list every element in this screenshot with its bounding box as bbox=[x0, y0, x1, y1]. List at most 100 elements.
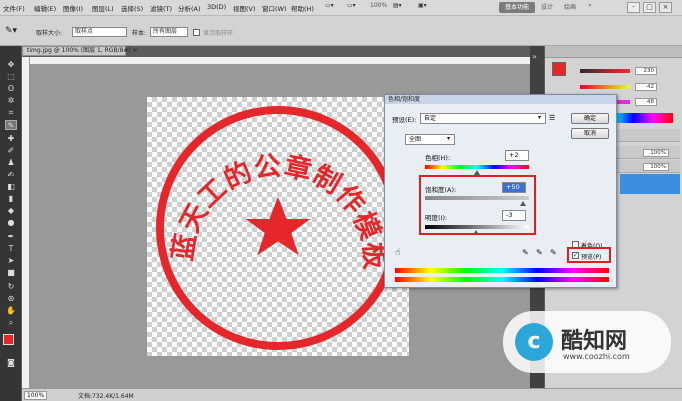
gradient-tool-icon[interactable]: ▮ bbox=[5, 194, 17, 204]
type-tool-icon[interactable]: T bbox=[5, 244, 17, 254]
photoshop-window: 文件(F) 编辑(E) 图像(I) 图层(L) 选择(S) 滤镜(T) 分析(A… bbox=[0, 0, 682, 401]
eraser-tool-icon[interactable]: ◧ bbox=[5, 182, 17, 192]
maximize-button[interactable]: □ bbox=[643, 2, 656, 13]
shape-tool-icon[interactable]: ■ bbox=[5, 268, 17, 278]
3d-orbit-icon[interactable]: ⊛ bbox=[5, 294, 17, 304]
panel-collapse-icon[interactable]: » bbox=[532, 52, 542, 62]
menu-analysis[interactable]: 分析(A) bbox=[178, 3, 201, 13]
sample-label: 样本: bbox=[132, 30, 147, 37]
stamp-graphic: 蓝天工的公章制作模板 bbox=[156, 106, 400, 350]
more-workspaces-icon[interactable]: » bbox=[588, 2, 592, 9]
horizontal-ruler bbox=[22, 57, 530, 65]
menu-file[interactable]: 文件(F) bbox=[3, 3, 25, 13]
close-button[interactable]: × bbox=[659, 2, 672, 13]
menu-select[interactable]: 选择(S) bbox=[121, 3, 143, 13]
menu-view[interactable]: 视图(V) bbox=[233, 3, 256, 13]
workspace-essentials[interactable]: 基本功能 bbox=[499, 2, 535, 13]
targeted-adjust-icon[interactable]: ☝ bbox=[395, 248, 400, 258]
document-tab-title: timg.jpg @ 100% (图层 1, RGB/8#) bbox=[27, 47, 131, 54]
sample-size-label: 取样大小: bbox=[36, 30, 63, 37]
status-doc-size: 文档:732.4K/1.64M bbox=[78, 393, 134, 400]
eyedropper-tool-icon[interactable]: ✎ bbox=[5, 120, 17, 130]
watermark: c 酷知网 www.coozhi.com bbox=[503, 311, 671, 373]
hue-label: 色相(H): bbox=[425, 154, 451, 162]
foreground-color-swatch[interactable] bbox=[3, 334, 14, 345]
stamp-image[interactable]: 蓝天工的公章制作模板 bbox=[147, 97, 409, 356]
cancel-button[interactable]: 取消 bbox=[571, 128, 609, 139]
history-brush-icon[interactable]: ✍ bbox=[5, 170, 17, 180]
arrange-icon[interactable]: ▤▾ bbox=[393, 2, 402, 9]
stamp-star bbox=[245, 197, 311, 255]
hand-tool-icon[interactable]: ✋ bbox=[5, 306, 17, 316]
preset-select[interactable]: 自定 bbox=[420, 113, 546, 124]
path-select-icon[interactable]: ➤ bbox=[5, 256, 17, 266]
quick-mask-icon[interactable]: ◙ bbox=[5, 358, 17, 368]
watermark-url: www.coozhi.com bbox=[563, 352, 630, 361]
menu-bar: 文件(F) 编辑(E) 图像(I) 图层(L) 选择(S) 滤镜(T) 分析(A… bbox=[0, 0, 682, 16]
dialog-title: 色相/饱和度 bbox=[385, 95, 616, 104]
crop-tool-icon[interactable]: ⌗ bbox=[5, 108, 17, 118]
hue-slider-track[interactable] bbox=[425, 165, 529, 169]
eyedropper-minus-icon[interactable]: ✎ bbox=[550, 248, 557, 257]
menu-edit[interactable]: 编辑(E) bbox=[34, 3, 56, 13]
lasso-tool-icon[interactable]: ʘ bbox=[5, 84, 17, 94]
status-bar: 100% 文档:732.4K/1.64M bbox=[22, 388, 682, 401]
blur-tool-icon[interactable]: ◆ bbox=[5, 206, 17, 216]
preset-dropdown-icon[interactable]: ▾ bbox=[538, 114, 541, 121]
options-bar: ✎▾ 取样大小: 取样点 样本: 所有图层 显示取样环 bbox=[0, 16, 682, 46]
dodge-tool-icon[interactable]: ● bbox=[5, 218, 17, 228]
blue-value[interactable]: 48 bbox=[635, 98, 657, 106]
zoom-level[interactable]: 100% bbox=[370, 2, 387, 9]
vertical-ruler bbox=[22, 57, 30, 388]
ok-button[interactable]: 确定 bbox=[571, 113, 609, 124]
minimize-button[interactable]: - bbox=[627, 2, 640, 13]
red-value[interactable]: 230 bbox=[635, 67, 657, 75]
hue-saturation-dialog: 色相/饱和度 预设(E): 自定 ▾ ☰ 确定 取消 全图 ▾ 色相(H): +… bbox=[384, 94, 617, 288]
sample-select[interactable]: 所有图层 bbox=[150, 27, 188, 37]
menu-help[interactable]: 帮助(H) bbox=[291, 3, 314, 13]
close-icon[interactable]: × bbox=[133, 47, 138, 54]
layer-opacity-field[interactable]: 100% bbox=[643, 149, 669, 157]
document-tab[interactable]: timg.jpg @ 100% (图层 1, RGB/8#) × bbox=[22, 46, 138, 56]
preset-options-icon[interactable]: ☰ bbox=[549, 114, 555, 122]
show-ring-label: 显示取样环 bbox=[203, 30, 234, 37]
green-value[interactable]: 42 bbox=[635, 83, 657, 91]
minibridge-icon[interactable]: ▭▾ bbox=[347, 2, 356, 9]
eyedropper-plus-icon[interactable]: ✎ bbox=[536, 248, 543, 257]
show-ring-checkbox[interactable] bbox=[193, 29, 200, 36]
brush-tool-icon[interactable]: ✐ bbox=[5, 146, 17, 156]
zoom-tool-icon[interactable]: ⌕ bbox=[5, 318, 17, 328]
sample-size-select[interactable]: 取样点 bbox=[72, 27, 127, 37]
hue-input[interactable]: +2 bbox=[505, 150, 529, 161]
menu-filter[interactable]: 滤镜(T) bbox=[150, 3, 172, 13]
output-color-bar bbox=[395, 277, 609, 282]
selected-layer-row[interactable] bbox=[620, 174, 680, 194]
green-slider[interactable] bbox=[580, 85, 630, 89]
color-panel-header bbox=[545, 46, 682, 58]
watermark-logo-icon: c bbox=[515, 323, 553, 361]
move-tool-icon[interactable]: ✥ bbox=[5, 60, 17, 70]
quick-select-tool-icon[interactable]: ✲ bbox=[5, 96, 17, 106]
preview-highlight bbox=[567, 247, 611, 263]
menu-layer[interactable]: 图层(L) bbox=[92, 3, 114, 13]
color-panel-swatch[interactable] bbox=[552, 62, 566, 76]
eyedropper-icon[interactable]: ✎▾ bbox=[5, 26, 17, 36]
healing-tool-icon[interactable]: ✚ bbox=[5, 134, 17, 144]
stamp-tool-icon[interactable]: ♟ bbox=[5, 158, 17, 168]
workspace-paint[interactable]: 绘画 bbox=[564, 2, 576, 11]
eyedropper-icon[interactable]: ✎ bbox=[522, 248, 529, 257]
menu-3d[interactable]: 3D(D) bbox=[207, 3, 226, 11]
marquee-tool-icon[interactable]: ⬚ bbox=[5, 72, 17, 82]
pen-tool-icon[interactable]: ✒ bbox=[5, 232, 17, 242]
workspace-design[interactable]: 设计 bbox=[541, 2, 553, 11]
menu-image[interactable]: 图像(I) bbox=[63, 3, 83, 13]
bridge-icon[interactable]: ▭▾ bbox=[325, 2, 334, 9]
watermark-brand: 酷知网 bbox=[561, 329, 628, 354]
status-zoom[interactable]: 100% bbox=[24, 391, 48, 400]
red-slider[interactable] bbox=[580, 69, 630, 73]
layer-fill-field[interactable]: 100% bbox=[643, 163, 669, 171]
3d-rotate-icon[interactable]: ↻ bbox=[5, 282, 17, 292]
screen-mode-icon[interactable]: ▣▾ bbox=[418, 2, 427, 9]
channel-dropdown-icon[interactable]: ▾ bbox=[447, 135, 450, 142]
menu-window[interactable]: 窗口(W) bbox=[262, 3, 287, 13]
